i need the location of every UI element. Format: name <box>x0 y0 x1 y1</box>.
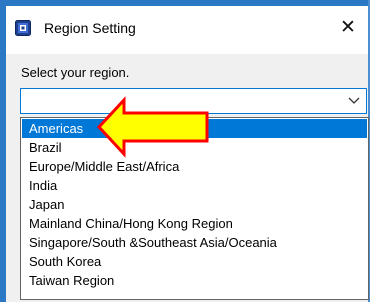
region-option-brazil[interactable]: Brazil <box>22 138 367 157</box>
region-option-singapore-south-southeast-asia-oceania[interactable]: Singapore/South &Southeast Asia/Oceania <box>22 233 367 252</box>
chevron-down-icon[interactable] <box>347 93 361 107</box>
region-option-taiwan[interactable]: Taiwan Region <box>22 271 367 290</box>
region-option-mainland-china-hong-kong[interactable]: Mainland China/Hong Kong Region <box>22 214 367 233</box>
region-option-americas[interactable]: Americas <box>22 119 367 138</box>
region-option-europe-middle-east-africa[interactable]: Europe/Middle East/Africa <box>22 157 367 176</box>
region-combobox[interactable] <box>20 88 367 114</box>
window-title: Region Setting <box>44 20 136 36</box>
close-icon: ✕ <box>340 17 356 38</box>
region-dropdown-list: Americas Brazil Europe/Middle East/Afric… <box>20 117 369 300</box>
region-option-india[interactable]: India <box>22 176 367 195</box>
region-option-japan[interactable]: Japan <box>22 195 367 214</box>
region-option-south-korea[interactable]: South Korea <box>22 252 367 271</box>
close-button[interactable]: ✕ <box>336 16 360 40</box>
region-prompt-label: Select your region. <box>21 65 130 80</box>
region-app-icon <box>15 20 31 36</box>
